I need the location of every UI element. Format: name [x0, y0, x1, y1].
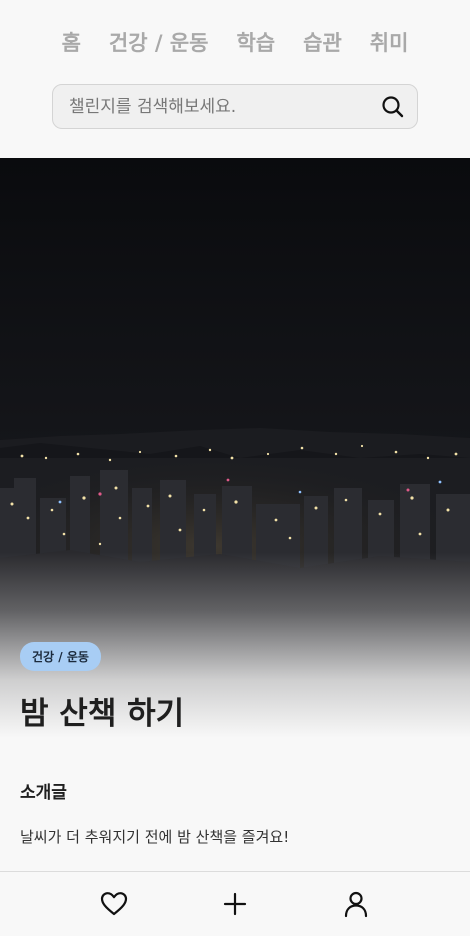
search-icon	[382, 95, 404, 117]
search-input[interactable]	[53, 85, 369, 128]
tab-health-exercise[interactable]: 건강 / 운동	[109, 27, 209, 57]
search-bar	[52, 84, 418, 129]
intro-heading: 소개글	[20, 783, 67, 803]
challenge-title: 밤 산책 하기	[20, 696, 185, 732]
challenge-hero[interactable]: 건강 / 운동 밤 산책 하기	[0, 158, 470, 738]
bottom-nav	[0, 871, 470, 936]
plus-icon	[223, 892, 247, 916]
category-badge: 건강 / 운동	[20, 642, 101, 671]
category-tabs: 홈 건강 / 운동 학습 습관 취미	[0, 0, 470, 84]
like-button[interactable]	[99, 889, 129, 919]
search-button[interactable]	[369, 85, 417, 128]
tab-habit[interactable]: 습관	[303, 27, 342, 57]
tab-learning[interactable]: 학습	[236, 27, 275, 57]
tab-hobby[interactable]: 취미	[370, 27, 409, 57]
add-challenge-button[interactable]	[220, 889, 250, 919]
heart-icon	[100, 892, 128, 916]
user-icon	[344, 891, 368, 918]
profile-button[interactable]	[341, 889, 371, 919]
intro-text: 날씨가 더 추워지기 전에 밤 산책을 즐겨요!	[20, 828, 290, 846]
tab-home[interactable]: 홈	[62, 27, 81, 57]
